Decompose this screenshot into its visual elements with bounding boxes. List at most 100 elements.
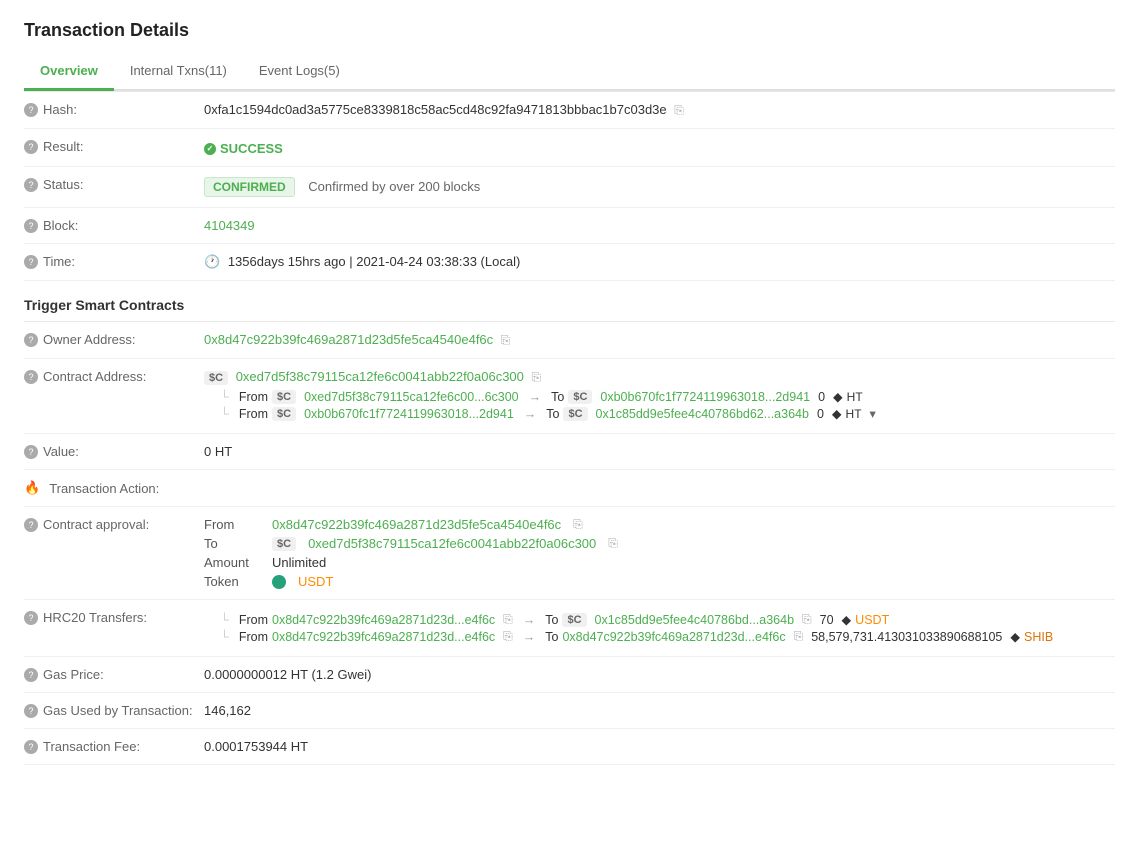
hrc20-help-icon[interactable]: ? xyxy=(24,611,38,625)
result-help-icon[interactable]: ? xyxy=(24,140,38,154)
status-help-icon[interactable]: ? xyxy=(24,178,38,192)
ca-from-copy-icon[interactable]: ⎘ xyxy=(573,517,583,532)
tab-overview[interactable]: Overview xyxy=(24,53,114,91)
transaction-fee-value: 0.0001753944 HT xyxy=(204,739,1115,754)
time-label: ? Time: xyxy=(24,254,204,269)
gas-used-label: ? Gas Used by Transaction: xyxy=(24,703,204,718)
hrc20-t1-token-link[interactable]: USDT xyxy=(855,613,889,627)
hrc20-transfer-row-2: └ From 0x8d47c922b39fc469a2871d23d...e4f… xyxy=(204,629,1115,644)
hash-label: ? Hash: xyxy=(24,102,204,117)
contract-approval-label: ? Contract approval: xyxy=(24,517,204,532)
transaction-fee-help-icon[interactable]: ? xyxy=(24,740,38,754)
block-link[interactable]: 4104349 xyxy=(204,218,255,233)
result-value: SUCCESS xyxy=(204,139,1115,156)
transaction-action-label: 🔥 Transaction Action: xyxy=(24,480,204,496)
time-help-icon[interactable]: ? xyxy=(24,255,38,269)
contract-transfer-row-2: └ From $C 0xb0b670fc1f7724119963018...2d… xyxy=(204,406,1115,421)
result-label: ? Result: xyxy=(24,139,204,154)
contract-approval-value: From 0x8d47c922b39fc469a2871d23d5fe5ca45… xyxy=(204,517,1115,589)
success-badge: SUCCESS xyxy=(204,141,283,156)
block-label: ? Block: xyxy=(24,218,204,233)
block-value: 4104349 xyxy=(204,218,1115,233)
transfer2-dropdown-icon[interactable]: ▾ xyxy=(870,406,876,421)
gas-used-help-icon[interactable]: ? xyxy=(24,704,38,718)
gas-used-value: 146,162 xyxy=(204,703,1115,718)
block-row: ? Block: 4104349 xyxy=(24,208,1115,244)
owner-help-icon[interactable]: ? xyxy=(24,333,38,347)
hrc20-t1-to-copy[interactable]: ⎘ xyxy=(802,612,812,627)
value-label: ? Value: xyxy=(24,444,204,459)
contract-address-value: $C 0xed7d5f38c79115ca12fe6c0041abb22f0a0… xyxy=(204,369,1115,423)
time-row: ? Time: 🕐 1356days 15hrs ago | 2021-04-2… xyxy=(24,244,1115,281)
contract-address-label: ? Contract Address: xyxy=(24,369,204,384)
contract-transfer-row-1: └ From $C 0xed7d5f38c79115ca12fe6c00...6… xyxy=(204,389,1115,404)
tab-event-logs[interactable]: Event Logs(5) xyxy=(243,53,356,91)
transfer1-from-link[interactable]: 0xed7d5f38c79115ca12fe6c00...6c300 xyxy=(304,390,519,404)
contract-address-link[interactable]: 0xed7d5f38c79115ca12fe6c0041abb22f0a06c3… xyxy=(236,369,524,384)
contract-sc-badge: $C xyxy=(204,371,228,385)
time-value: 🕐 1356days 15hrs ago | 2021-04-24 03:38:… xyxy=(204,254,1115,270)
success-dot-icon xyxy=(204,143,216,155)
hrc20-t2-token-link[interactable]: SHIB xyxy=(1024,630,1053,644)
clock-icon: 🕐 xyxy=(204,254,220,269)
ca-from-row: From 0x8d47c922b39fc469a2871d23d5fe5ca45… xyxy=(204,517,1115,532)
gas-used-row: ? Gas Used by Transaction: 146,162 xyxy=(24,693,1115,729)
ca-to-copy-icon[interactable]: ⎘ xyxy=(608,536,618,551)
hrc20-t1-from-link[interactable]: 0x8d47c922b39fc469a2871d23d...e4f6c xyxy=(272,613,495,627)
fire-icon: 🔥 xyxy=(24,480,40,496)
ca-token-row: Token USDT xyxy=(204,574,1115,589)
gas-price-label: ? Gas Price: xyxy=(24,667,204,682)
gas-price-help-icon[interactable]: ? xyxy=(24,668,38,682)
owner-address-value: 0x8d47c922b39fc469a2871d23d5fe5ca4540e4f… xyxy=(204,332,1115,348)
confirmed-badge: CONFIRMED xyxy=(204,177,295,197)
gas-price-row: ? Gas Price: 0.0000000012 HT (1.2 Gwei) xyxy=(24,657,1115,693)
ca-amount-row: Amount Unlimited xyxy=(204,555,1115,570)
ca-from-link[interactable]: 0x8d47c922b39fc469a2871d23d5fe5ca4540e4f… xyxy=(272,517,561,532)
transfer1-token-icon: ◆ xyxy=(833,389,843,404)
contract-address-row: ? Contract Address: $C 0xed7d5f38c79115c… xyxy=(24,359,1115,434)
owner-address-label: ? Owner Address: xyxy=(24,332,204,347)
ca-token-link[interactable]: USDT xyxy=(298,574,333,589)
smart-contract-title: Trigger Smart Contracts xyxy=(24,281,1115,321)
hrc20-transfers-value: └ From 0x8d47c922b39fc469a2871d23d...e4f… xyxy=(204,610,1115,646)
transfer2-to-link[interactable]: 0x1c85dd9e5fee4c40786bd62...a364b xyxy=(596,407,809,421)
ca-to-link[interactable]: 0xed7d5f38c79115ca12fe6c0041abb22f0a06c3… xyxy=(308,536,596,551)
transfer2-from-link[interactable]: 0xb0b670fc1f7724119963018...2d941 xyxy=(304,407,514,421)
hrc20-t1-from-copy[interactable]: ⎘ xyxy=(503,612,513,627)
hash-help-icon[interactable]: ? xyxy=(24,103,38,117)
gas-price-value: 0.0000000012 HT (1.2 Gwei) xyxy=(204,667,1115,682)
smart-contract-section: ? Owner Address: 0x8d47c922b39fc469a2871… xyxy=(24,321,1115,765)
owner-address-link[interactable]: 0x8d47c922b39fc469a2871d23d5fe5ca4540e4f… xyxy=(204,332,493,347)
contract-approval-row: ? Contract approval: From 0x8d47c922b39f… xyxy=(24,507,1115,600)
hrc20-transfers-row: ? HRC20 Transfers: └ From 0x8d47c922b39f… xyxy=(24,600,1115,657)
ca-to-row: To $C 0xed7d5f38c79115ca12fe6c0041abb22f… xyxy=(204,536,1115,551)
status-label: ? Status: xyxy=(24,177,204,192)
usdt-token-icon xyxy=(272,575,286,589)
hrc20-t1-to-link[interactable]: 0x1c85dd9e5fee4c40786bd...a364b xyxy=(595,613,795,627)
hrc20-t2-to-link[interactable]: 0x8d47c922b39fc469a2871d23d...e4f6c xyxy=(562,630,785,644)
transaction-action-row: 🔥 Transaction Action: xyxy=(24,470,1115,507)
status-value: CONFIRMED Confirmed by over 200 blocks xyxy=(204,177,1115,197)
hrc20-t2-from-link[interactable]: 0x8d47c922b39fc469a2871d23d...e4f6c xyxy=(272,630,495,644)
contract-help-icon[interactable]: ? xyxy=(24,370,38,384)
result-row: ? Result: SUCCESS xyxy=(24,129,1115,167)
transaction-fee-label: ? Transaction Fee: xyxy=(24,739,204,754)
value-row: ? Value: 0 HT xyxy=(24,434,1115,470)
page-title: Transaction Details xyxy=(24,20,1115,41)
confirmed-description: Confirmed by over 200 blocks xyxy=(308,179,480,194)
contract-address-copy-icon[interactable]: ⎘ xyxy=(532,370,542,385)
transfer1-to-link[interactable]: 0xb0b670fc1f7724119963018...2d941 xyxy=(600,390,810,404)
hash-copy-icon[interactable]: ⎘ xyxy=(674,103,684,118)
status-row: ? Status: CONFIRMED Confirmed by over 20… xyxy=(24,167,1115,208)
hrc20-transfers-label: ? HRC20 Transfers: xyxy=(24,610,204,625)
hrc20-t2-to-copy[interactable]: ⎘ xyxy=(794,629,804,644)
owner-address-row: ? Owner Address: 0x8d47c922b39fc469a2871… xyxy=(24,322,1115,359)
contract-approval-help-icon[interactable]: ? xyxy=(24,518,38,532)
overview-section: ? Hash: 0xfa1c1594dc0ad3a5775ce8339818c5… xyxy=(24,91,1115,281)
value-help-icon[interactable]: ? xyxy=(24,445,38,459)
tab-internal-txns[interactable]: Internal Txns(11) xyxy=(114,53,243,91)
owner-address-copy-icon[interactable]: ⎘ xyxy=(501,333,511,348)
hrc20-t2-from-copy[interactable]: ⎘ xyxy=(503,629,513,644)
block-help-icon[interactable]: ? xyxy=(24,219,38,233)
hash-value: 0xfa1c1594dc0ad3a5775ce8339818c58ac5cd48… xyxy=(204,102,1115,118)
